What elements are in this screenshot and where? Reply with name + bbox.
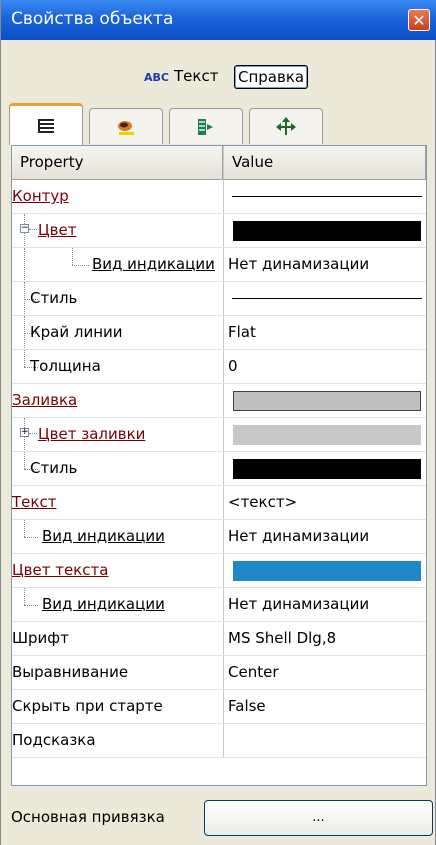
- row-label: Край линии: [30, 323, 123, 341]
- object-name: Текст: [174, 67, 219, 85]
- grid-row-text-indication[interactable]: Вид индикации Нет динамизации: [12, 520, 426, 554]
- grid-row-fill[interactable]: Заливка: [12, 384, 426, 418]
- grid-row-font[interactable]: Шрифт MS Shell Dlg,8: [12, 622, 426, 656]
- grid-row-line-cap[interactable]: Край линии Flat: [12, 316, 426, 350]
- grid-row-tooltip[interactable]: Подсказка: [12, 724, 426, 758]
- text-object-icon: ABC: [144, 71, 169, 84]
- grid-row-indication[interactable]: Вид индикации Нет динамизации: [12, 248, 426, 282]
- grid-row-text-color[interactable]: Цвет текста: [12, 554, 426, 588]
- events-icon: [198, 118, 213, 135]
- grid-header: Property Value: [12, 146, 426, 180]
- grid-row-style[interactable]: Стиль: [12, 282, 426, 316]
- tab-strip: [9, 103, 329, 145]
- tab-properties[interactable]: [9, 103, 83, 145]
- color-swatch[interactable]: [233, 425, 421, 445]
- close-button[interactable]: ✕: [408, 9, 430, 31]
- column-header-property[interactable]: Property: [12, 146, 223, 180]
- row-value: Нет динамизации: [228, 595, 370, 613]
- column-header-property-label: Property: [20, 153, 84, 171]
- row-label: Цвет текста: [12, 561, 109, 579]
- line-style-sample: [232, 196, 422, 197]
- help-button[interactable]: Справка: [234, 65, 309, 89]
- tab-events[interactable]: [169, 108, 243, 144]
- row-label: Цвет заливки: [38, 425, 146, 443]
- main-binding-label: Основная привязка: [11, 808, 165, 826]
- row-value: MS Shell Dlg,8: [228, 629, 337, 647]
- row-value: Нет динамизации: [228, 527, 370, 545]
- row-label: Цвет: [38, 221, 77, 239]
- paint-brush-icon: [118, 120, 134, 135]
- row-value: 0: [228, 357, 238, 375]
- tab-appearance[interactable]: [89, 108, 163, 144]
- row-label: Контур: [12, 187, 69, 205]
- row-label: Текст: [12, 493, 57, 511]
- row-label: Выравнивание: [12, 663, 129, 681]
- row-value: Нет динамизации: [228, 255, 370, 273]
- column-header-value[interactable]: Value: [223, 146, 426, 180]
- grid-row-color[interactable]: − Цвет: [12, 214, 426, 248]
- list-icon: [38, 118, 54, 133]
- grid-row-text[interactable]: Текст <текст>: [12, 486, 426, 520]
- row-label: Стиль: [30, 459, 78, 477]
- grid-row-hide-on-start[interactable]: Скрыть при старте False: [12, 690, 426, 724]
- row-value: Flat: [228, 323, 256, 341]
- row-label: Подсказка: [12, 731, 96, 749]
- expand-icon[interactable]: +: [20, 428, 29, 437]
- column-header-value-label: Value: [232, 153, 274, 171]
- move-arrows-icon: [276, 116, 296, 135]
- row-value: False: [228, 697, 266, 715]
- row-label: Заливка: [12, 391, 78, 409]
- grid-row-thickness[interactable]: Толщина 0: [12, 350, 426, 384]
- grid-row-fill-color[interactable]: + Цвет заливки: [12, 418, 426, 452]
- color-swatch[interactable]: [233, 561, 421, 581]
- grid-row-alignment[interactable]: Выравнивание Center: [12, 656, 426, 690]
- title-bar[interactable]: Свойства объекта ✕: [1, 0, 436, 40]
- row-label: Скрыть при старте: [12, 697, 163, 715]
- collapse-icon[interactable]: −: [20, 224, 29, 233]
- row-label: Толщина: [30, 357, 101, 375]
- color-swatch[interactable]: [233, 221, 421, 241]
- object-header: ABC Текст Справка: [1, 62, 436, 92]
- main-binding-browse-button[interactable]: ...: [204, 800, 433, 836]
- row-value: <текст>: [228, 493, 298, 511]
- grid-row-text-color-indication[interactable]: Вид индикации Нет динамизации: [12, 588, 426, 622]
- row-label: Стиль: [30, 289, 78, 307]
- window-title: Свойства объекта: [11, 9, 174, 29]
- grid-row-contour[interactable]: Контур: [12, 180, 426, 214]
- line-style-sample: [232, 298, 422, 299]
- tab-movement[interactable]: [249, 108, 323, 144]
- color-swatch[interactable]: [233, 459, 421, 479]
- color-swatch[interactable]: [233, 391, 421, 411]
- row-label: Вид индикации: [42, 527, 165, 545]
- row-label: Шрифт: [12, 629, 69, 647]
- properties-window: Свойства объекта ✕ ABC Текст Справка Pro…: [0, 0, 436, 845]
- row-value: Center: [228, 663, 279, 681]
- grid-row-fill-style[interactable]: Стиль: [12, 452, 426, 486]
- row-label: Вид индикации: [92, 255, 215, 273]
- row-label: Вид индикации: [42, 595, 165, 613]
- property-grid: Property Value Контур − Цвет Вид индикац…: [11, 145, 427, 786]
